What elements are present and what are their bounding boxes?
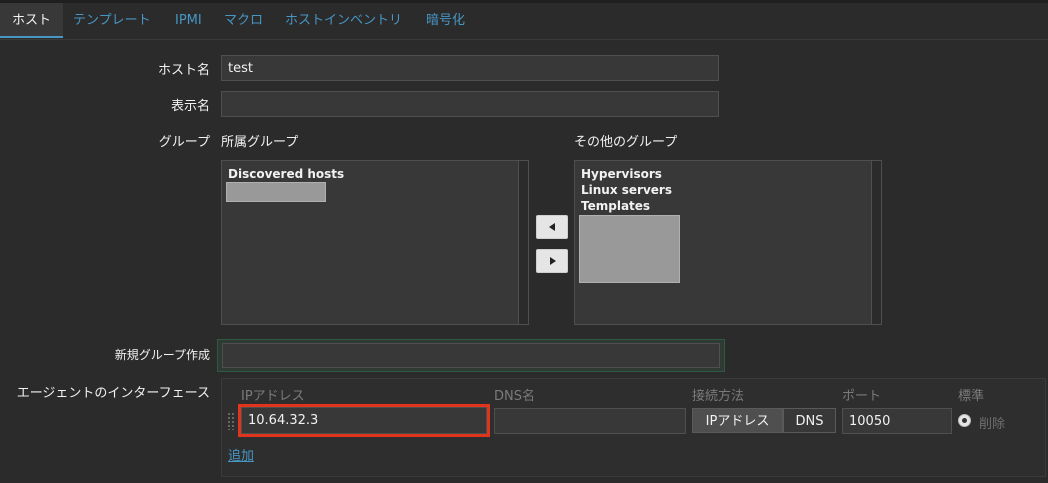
new-group-wrapper xyxy=(217,339,725,372)
remove-link[interactable]: 削除 xyxy=(979,413,1005,432)
radio-dot xyxy=(962,418,967,423)
connect-dns-toggle[interactable]: DNS xyxy=(783,408,836,433)
groups-label: グループ xyxy=(158,135,210,150)
member-groups-scrollbar[interactable] xyxy=(518,161,528,324)
member-groups-title: 所属グループ xyxy=(221,135,299,150)
move-left-button[interactable] xyxy=(536,215,568,239)
new-group-input[interactable] xyxy=(222,343,720,368)
arrow-left-icon xyxy=(549,223,555,231)
col-port-header: ポート xyxy=(842,389,882,404)
tab-macros[interactable]: マクロ xyxy=(224,3,263,38)
new-group-label: 新規グループ作成 xyxy=(114,348,210,362)
arrow-right-icon xyxy=(550,257,556,265)
drag-handle-icon[interactable] xyxy=(227,412,235,430)
tab-host-inventory[interactable]: ホストインベントリ xyxy=(285,3,402,38)
col-default-header: 標準 xyxy=(958,389,985,404)
list-item[interactable]: Discovered hosts xyxy=(228,167,344,181)
list-selection-block xyxy=(579,215,680,283)
member-groups-list[interactable]: Discovered hosts xyxy=(221,160,529,325)
tab-encryption[interactable]: 暗号化 xyxy=(426,3,465,38)
other-groups-title: その他のグループ xyxy=(574,135,678,150)
tab-ipmi[interactable]: IPMI xyxy=(175,3,202,38)
display-name-label: 表示名 xyxy=(170,99,210,114)
other-groups-scrollbar[interactable] xyxy=(871,161,881,324)
host-name-input[interactable] xyxy=(221,55,719,81)
agent-interfaces-label: エージェントのインターフェース xyxy=(16,386,210,401)
host-name-label: ホスト名 xyxy=(157,63,210,78)
tab-host[interactable]: ホスト xyxy=(0,3,63,38)
col-dns-header: DNS名 xyxy=(494,389,535,404)
connect-ip-toggle[interactable]: IPアドレス xyxy=(692,408,783,433)
move-right-button[interactable] xyxy=(536,249,568,273)
display-name-input[interactable] xyxy=(221,91,719,117)
col-ip-header: IPアドレス xyxy=(241,389,305,404)
col-connect-header: 接続方法 xyxy=(692,389,745,404)
tab-bar: ホスト テンプレート IPMI マクロ ホストインベントリ 暗号化 xyxy=(0,3,1048,40)
dns-name-input[interactable] xyxy=(494,408,686,434)
ip-address-input[interactable] xyxy=(241,407,487,434)
list-selection-block xyxy=(226,182,326,202)
list-item[interactable]: Linux servers xyxy=(581,183,672,197)
list-item[interactable]: Templates xyxy=(581,199,650,213)
list-item[interactable]: Hypervisors xyxy=(581,167,662,181)
port-input[interactable] xyxy=(842,408,952,434)
other-groups-list[interactable]: Hypervisors Linux servers Templates xyxy=(574,160,882,325)
tab-templates[interactable]: テンプレート xyxy=(73,3,151,38)
add-interface-link[interactable]: 追加 xyxy=(228,445,254,464)
default-radio[interactable] xyxy=(958,414,971,427)
